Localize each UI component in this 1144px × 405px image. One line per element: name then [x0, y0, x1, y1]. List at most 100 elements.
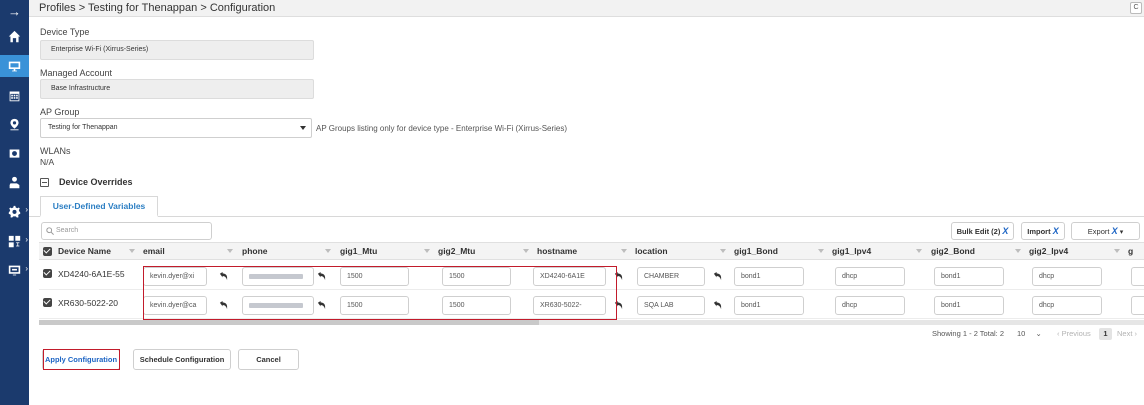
user-hand-icon[interactable] [0, 171, 29, 193]
import-x-icon: X [1052, 226, 1059, 236]
col-gig2-mtu[interactable]: gig2_Mtu [438, 243, 475, 260]
export-label: Export [1087, 227, 1110, 236]
network-chevron-icon: › [25, 235, 28, 244]
filter-icon[interactable] [523, 249, 529, 253]
row-checkbox[interactable] [43, 269, 52, 278]
filter-icon[interactable] [325, 249, 331, 253]
gear-chevron-icon: › [25, 205, 28, 214]
gig1-ipv4-input[interactable]: dhcp [835, 296, 905, 315]
screen-icon[interactable]: › [0, 259, 29, 281]
calendar-icon[interactable] [0, 84, 29, 106]
export-x-icon: X [1111, 226, 1118, 236]
collapse-arrow-icon[interactable]: → [0, 0, 29, 22]
chevron-down-icon [300, 126, 306, 130]
tab-user-defined-variables[interactable]: User-Defined Variables [40, 196, 158, 217]
col-location[interactable]: location [635, 243, 668, 260]
breadcrumb: Profiles > Testing for Thenappan > Confi… [39, 2, 275, 14]
filter-icon[interactable] [720, 249, 726, 253]
ap-group-label: AP Group [40, 107, 80, 117]
filter-icon[interactable] [424, 249, 430, 253]
previous-page-button[interactable]: ‹ Previous [1057, 329, 1091, 338]
col-gig1-bond[interactable]: gig1_Bond [734, 243, 778, 260]
refresh-button-label: C [1133, 4, 1139, 11]
device-type-label: Device Type [40, 27, 90, 37]
device-name-cell: XR630-5022-20 [58, 298, 119, 308]
next-column-input[interactable] [1131, 296, 1144, 315]
gig2-ipv4-input[interactable]: dhcp [1032, 296, 1102, 315]
ap-group-select[interactable]: Testing for Thenappan [40, 118, 312, 138]
bulk-edit-button[interactable]: Bulk Edit (2) X [951, 222, 1014, 240]
apply-highlight-box [43, 349, 120, 370]
filter-icon[interactable] [916, 249, 922, 253]
collapse-minus-icon[interactable] [40, 178, 49, 187]
wlans-value: N/A [40, 157, 55, 167]
gig2-bond-input[interactable]: bond1 [934, 296, 1004, 315]
row-checkbox[interactable] [43, 298, 52, 307]
col-gig2-ipv4[interactable]: gig2_Ipv4 [1029, 243, 1068, 260]
page-size-value: 10 [1017, 329, 1026, 338]
highlight-annotation-box [143, 266, 617, 320]
screen-chevron-icon: › [25, 264, 28, 273]
filter-icon[interactable] [227, 249, 233, 253]
select-all-checkbox[interactable] [43, 247, 52, 256]
gig2-bond-input[interactable]: bond1 [934, 267, 1004, 286]
managed-account-label: Managed Account [40, 68, 113, 78]
gig1-bond-input[interactable]: bond1 [734, 296, 804, 315]
schedule-configuration-button[interactable]: Schedule Configuration [133, 349, 231, 370]
refresh-button[interactable]: C [1130, 2, 1142, 14]
undo-icon[interactable] [713, 301, 722, 310]
col-g[interactable]: g [1128, 243, 1133, 260]
pagination-summary: Showing 1 - 2 Total: 2 [932, 329, 1004, 338]
filter-icon[interactable] [621, 249, 627, 253]
gig2-ipv4-input[interactable]: dhcp [1032, 267, 1102, 286]
location-pin-icon[interactable] [0, 113, 29, 135]
location-input[interactable]: CHAMBER [637, 267, 705, 286]
scrollbar-thumb[interactable] [39, 320, 539, 325]
export-button[interactable]: Export X ▾ [1071, 222, 1140, 240]
filter-icon[interactable] [1015, 249, 1021, 253]
location-input[interactable]: SQA LAB [637, 296, 705, 315]
page-size-select[interactable]: 10 ⌄ [1017, 329, 1042, 338]
undo-icon[interactable] [713, 272, 722, 281]
filter-icon[interactable] [1114, 249, 1120, 253]
import-label: Import [1027, 227, 1051, 236]
col-gig1-ipv4[interactable]: gig1_Ipv4 [832, 243, 871, 260]
col-gig1-mtu[interactable]: gig1_Mtu [340, 243, 377, 260]
device-type-field: Enterprise Wi-Fi (Xirrus-Series) [40, 40, 314, 60]
col-hostname[interactable]: hostname [537, 243, 577, 260]
gear-icon[interactable]: › [0, 200, 29, 222]
ap-group-hint: AP Groups listing only for device type -… [316, 124, 568, 133]
col-email[interactable]: email [143, 243, 165, 260]
wlans-label: WLANs [40, 146, 71, 156]
ap-group-selected-value: Testing for Thenappan [48, 124, 118, 131]
cancel-button[interactable]: Cancel [238, 349, 299, 370]
horizontal-scrollbar[interactable] [39, 320, 1144, 325]
page-header: Profiles > Testing for Thenappan > Confi… [29, 0, 1144, 17]
search-input[interactable]: Search [41, 222, 212, 240]
left-nav-rail: → › › › [0, 0, 29, 405]
gig1-bond-input[interactable]: bond1 [734, 267, 804, 286]
filter-icon[interactable] [129, 249, 135, 253]
bulk-edit-label: Bulk Edit (2) [956, 227, 1001, 236]
col-device-name[interactable]: Device Name [58, 243, 111, 260]
filter-icon[interactable] [818, 249, 824, 253]
next-page-button[interactable]: Next › [1117, 329, 1137, 338]
network-icon[interactable]: › [0, 230, 29, 252]
import-button[interactable]: Import X [1021, 222, 1065, 240]
search-icon [46, 227, 54, 235]
managed-account-field: Base Infrastructure [40, 79, 314, 99]
camera-icon[interactable] [0, 142, 29, 164]
collapse-arrow-glyph: → [8, 3, 21, 19]
gig1-ipv4-input[interactable]: dhcp [835, 267, 905, 286]
next-column-input[interactable] [1131, 267, 1144, 286]
home-icon[interactable] [0, 25, 29, 47]
device-overrides-title: Device Overrides [59, 177, 133, 187]
monitor-icon[interactable] [0, 55, 29, 77]
tab-divider [29, 216, 1144, 217]
col-gig2-bond[interactable]: gig2_Bond [931, 243, 975, 260]
current-page-button[interactable]: 1 [1099, 328, 1112, 340]
search-placeholder: Search [56, 227, 79, 234]
bulk-edit-x-icon: X [1002, 226, 1009, 236]
table-header: Device Name email phone gig1_Mtu gig2_Mt… [39, 242, 1144, 260]
col-phone[interactable]: phone [242, 243, 268, 260]
